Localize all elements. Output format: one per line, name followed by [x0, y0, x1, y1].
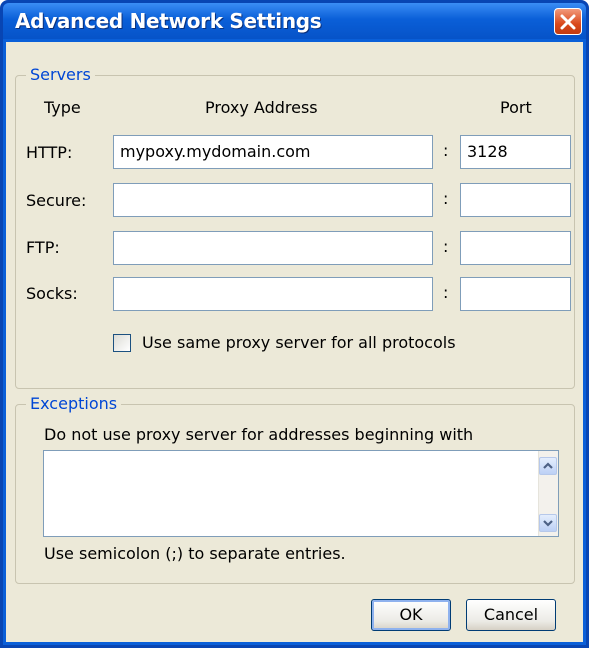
same-proxy-label[interactable]: Use same proxy server for all protocols — [142, 333, 456, 352]
ok-button[interactable]: OK — [371, 599, 451, 631]
scroll-up-button[interactable] — [539, 457, 557, 475]
exceptions-hint: Use semicolon (;) to separate entries. — [44, 544, 346, 563]
http-label: HTTP: — [26, 143, 73, 162]
http-port-input[interactable]: 3128 — [460, 135, 571, 169]
exceptions-description: Do not use proxy server for addresses be… — [44, 425, 474, 444]
close-button[interactable] — [554, 8, 582, 35]
dialog-body: Servers Type Proxy Address Port HTTP: my… — [6, 42, 583, 642]
exceptions-legend: Exceptions — [26, 394, 122, 413]
title-bar[interactable]: Advanced Network Settings — [3, 3, 586, 39]
ftp-port-input[interactable] — [460, 231, 571, 265]
dialog-window: Advanced Network Settings Servers Type P… — [0, 0, 589, 648]
exceptions-group: Exceptions Do not use proxy server for a… — [15, 394, 575, 584]
same-proxy-checkbox[interactable] — [113, 334, 131, 352]
servers-group: Servers Type Proxy Address Port HTTP: my… — [15, 65, 575, 389]
secure-address-input[interactable] — [113, 183, 433, 217]
socks-label: Socks: — [26, 284, 78, 303]
scroll-down-button[interactable] — [539, 514, 557, 532]
socks-port-input[interactable] — [460, 277, 571, 311]
type-header: Type — [44, 98, 81, 117]
socks-address-input[interactable] — [113, 277, 433, 311]
servers-legend: Servers — [26, 65, 95, 84]
window-title: Advanced Network Settings — [15, 9, 322, 33]
port-header: Port — [500, 98, 532, 117]
exceptions-textarea[interactable] — [43, 450, 559, 537]
secure-colon: : — [443, 189, 449, 208]
ftp-label: FTP: — [26, 238, 60, 257]
secure-label: Secure: — [26, 191, 87, 210]
cancel-button[interactable]: Cancel — [466, 599, 556, 631]
close-icon — [560, 14, 576, 30]
ftp-colon: : — [443, 237, 449, 256]
exceptions-scrollbar[interactable] — [538, 451, 558, 536]
ftp-address-input[interactable] — [113, 231, 433, 265]
secure-port-input[interactable] — [460, 183, 571, 217]
http-address-input[interactable]: mypoxy.mydomain.com — [113, 135, 433, 169]
chevron-down-icon — [543, 520, 553, 527]
socks-colon: : — [443, 283, 449, 302]
chevron-up-icon — [543, 462, 553, 469]
http-colon: : — [443, 141, 449, 160]
proxy-address-header: Proxy Address — [205, 98, 318, 117]
